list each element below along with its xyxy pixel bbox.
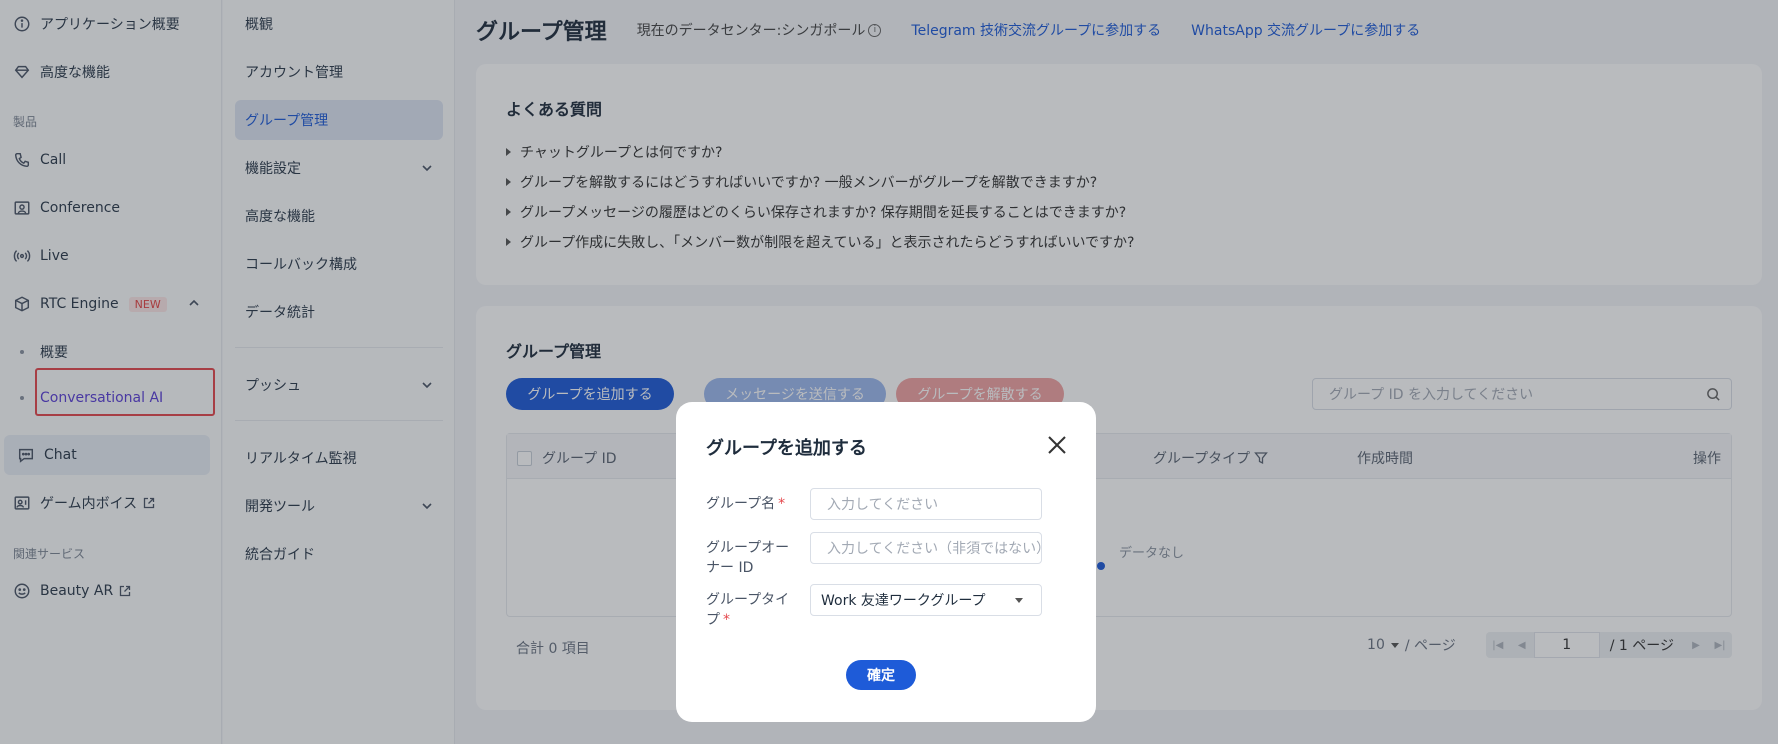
dialog-title: グループを追加する — [706, 438, 867, 459]
group-type-select[interactable]: Work 友達ワークグループ — [810, 584, 1042, 616]
owner-id-input[interactable]: 入力してください（非須ではない） — [810, 532, 1042, 564]
input-placeholder: 入力してください（非須ではない） — [827, 541, 1042, 557]
close-icon — [1048, 436, 1066, 454]
select-value: Work 友達ワークグループ — [821, 593, 986, 609]
confirm-button[interactable]: 確定 — [846, 660, 916, 690]
label-text: グループ名 — [706, 496, 776, 512]
required-mark: * — [778, 496, 786, 512]
add-group-dialog: グループを追加する グループ名 * 入力してください グループオーナー ID 入力… — [676, 402, 1096, 722]
required-mark: * — [723, 612, 730, 628]
group-name-input[interactable]: 入力してください — [810, 488, 1042, 520]
owner-id-label: グループオーナー ID — [706, 540, 790, 576]
caret-down-icon — [1015, 598, 1023, 603]
input-placeholder: 入力してください — [827, 497, 939, 513]
close-button[interactable] — [1046, 434, 1068, 456]
group-name-label: グループ名 * — [706, 494, 792, 514]
group-type-label: グループタイプ * — [706, 590, 792, 630]
label-text: グループタイプ — [706, 592, 790, 628]
